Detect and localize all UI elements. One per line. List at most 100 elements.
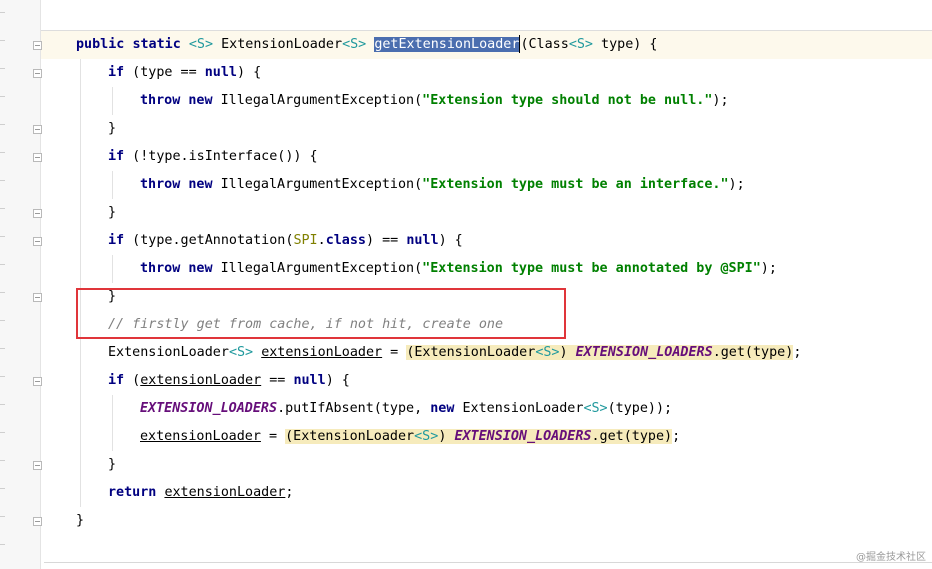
fold-toggle-icon[interactable]	[33, 237, 42, 246]
code-token: <S>	[228, 345, 254, 360]
code-token: ) {	[325, 373, 350, 388]
fold-toggle-icon[interactable]	[33, 377, 42, 386]
code-token: extensionLoader	[261, 345, 383, 360]
code-token: throw	[140, 261, 181, 276]
code-token: (ExtensionLoader	[285, 429, 415, 444]
code-line[interactable]: }	[108, 451, 116, 479]
code-token: <S>	[342, 37, 367, 52]
code-editor[interactable]: public static <S> ExtensionLoader<S> get…	[0, 0, 932, 569]
code-line[interactable]: }	[76, 507, 84, 535]
code-token: ;	[672, 429, 681, 444]
code-token: extensionLoader	[140, 373, 262, 388]
code-token: (	[124, 373, 141, 388]
code-token: "Extension type should not be null."	[422, 93, 713, 108]
code-line[interactable]: public static <S> ExtensionLoader<S> get…	[76, 31, 658, 59]
code-token: <S>	[414, 429, 439, 444]
code-token: ExtensionLoader	[213, 37, 343, 52]
annotation-highlight-box	[76, 288, 566, 339]
fold-toggle-icon[interactable]	[33, 125, 42, 134]
gutter-marker	[0, 488, 5, 489]
code-token: .get(type)	[591, 429, 673, 444]
code-line[interactable]: throw new IllegalArgumentException("Exte…	[140, 171, 745, 199]
code-token: "Extension type must be an interface."	[422, 177, 729, 192]
gutter-marker	[0, 432, 5, 433]
code-line[interactable]: extensionLoader = (ExtensionLoader<S>) E…	[140, 423, 680, 451]
code-token: (!type.isInterface()) {	[124, 149, 318, 164]
code-token: }	[76, 513, 85, 528]
code-token: .putIfAbsent(type,	[277, 401, 431, 416]
fold-toggle-icon[interactable]	[33, 461, 42, 470]
code-token: ==	[261, 373, 294, 388]
indent-guide	[112, 171, 113, 199]
code-token: EXTENSION_LOADERS	[575, 345, 713, 360]
code-token: (type ==	[124, 65, 205, 80]
code-token: (Class	[520, 37, 569, 52]
gutter-marker	[0, 264, 5, 265]
code-line[interactable]: if (type.getAnnotation(SPI.class) == nul…	[108, 227, 463, 255]
code-token: (type));	[607, 401, 673, 416]
code-token: new	[188, 93, 213, 108]
code-line[interactable]: }	[108, 115, 116, 143]
indent-guide	[112, 395, 113, 451]
code-token: (type.getAnnotation(	[124, 233, 294, 248]
gutter-marker	[0, 460, 5, 461]
code-token: getExtensionLoader	[374, 37, 520, 52]
code-token: extensionLoader	[164, 485, 286, 500]
code-token: ) {	[237, 65, 262, 80]
indent-guide	[112, 255, 113, 283]
code-token: new	[188, 261, 213, 276]
gutter-marker	[0, 12, 5, 13]
code-token: ExtensionLoader	[108, 345, 229, 360]
fold-toggle-icon[interactable]	[33, 153, 42, 162]
fold-toggle-icon[interactable]	[33, 209, 42, 218]
code-token: );	[728, 177, 745, 192]
fold-toggle-icon[interactable]	[33, 41, 42, 50]
code-token: IllegalArgumentException(	[212, 177, 423, 192]
code-token: (ExtensionLoader	[406, 345, 536, 360]
code-token: =	[382, 345, 407, 360]
gutter-marker	[0, 180, 5, 181]
fold-toggle-icon[interactable]	[33, 293, 42, 302]
code-line[interactable]: if (extensionLoader == null) {	[108, 367, 350, 395]
indent-guide	[80, 59, 81, 507]
gutter-marker	[0, 68, 5, 69]
indent-guide	[112, 87, 113, 115]
code-token: }	[108, 205, 117, 220]
code-token: ExtensionLoader	[454, 401, 584, 416]
code-line[interactable]: EXTENSION_LOADERS.putIfAbsent(type, new …	[140, 395, 672, 423]
code-line[interactable]: }	[108, 199, 116, 227]
code-token: )	[438, 429, 455, 444]
code-token: <S>	[188, 37, 214, 52]
code-token: extensionLoader	[140, 429, 261, 444]
fold-toggle-icon[interactable]	[33, 517, 42, 526]
editor-bottom-border	[44, 562, 932, 563]
code-token: null	[293, 373, 326, 388]
code-line[interactable]: ExtensionLoader<S> extensionLoader = (Ex…	[108, 339, 801, 367]
code-token: type) {	[593, 37, 658, 52]
gutter-marker	[0, 40, 5, 41]
code-token: ) ==	[366, 233, 407, 248]
code-token: if	[108, 373, 125, 388]
code-token: if	[108, 149, 125, 164]
code-line[interactable]: if (type == null) {	[108, 59, 261, 87]
code-line[interactable]: throw new IllegalArgumentException("Exte…	[140, 87, 729, 115]
code-token: }	[108, 457, 117, 472]
code-token: if	[108, 65, 125, 80]
code-token: <S>	[535, 345, 560, 360]
code-token: if	[108, 233, 125, 248]
code-line[interactable]: if (!type.isInterface()) {	[108, 143, 318, 171]
code-token: <S>	[568, 37, 593, 52]
code-token: "Extension type must be annotated by @SP…	[422, 261, 761, 276]
gutter-marker	[0, 544, 5, 545]
code-token: ;	[793, 345, 802, 360]
code-line[interactable]: throw new IllegalArgumentException("Exte…	[140, 255, 777, 283]
code-token: ;	[285, 485, 294, 500]
fold-toggle-icon[interactable]	[33, 69, 42, 78]
code-token: IllegalArgumentException(	[212, 261, 423, 276]
code-token: class	[325, 233, 366, 248]
code-token: }	[108, 121, 117, 136]
gutter-marker	[0, 320, 5, 321]
code-line[interactable]: return extensionLoader;	[108, 479, 293, 507]
line-gutter[interactable]	[0, 0, 41, 569]
